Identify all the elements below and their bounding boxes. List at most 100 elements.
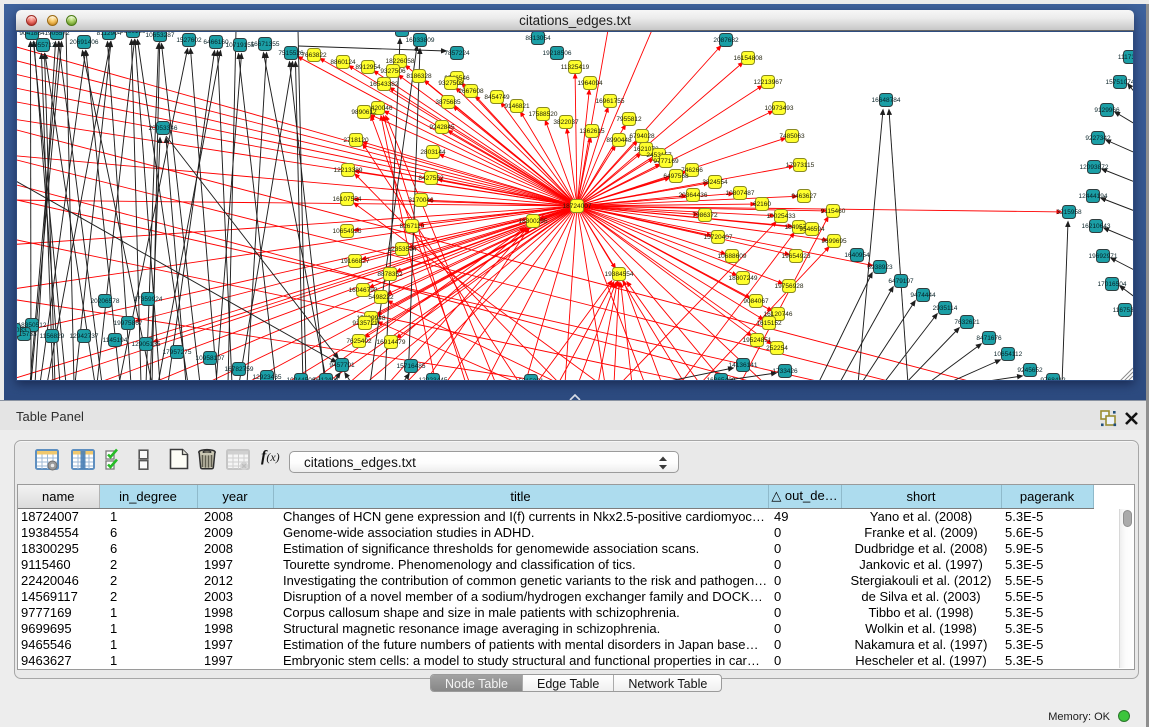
svg-text:7632621: 7632621 (954, 319, 980, 326)
svg-text:7857224: 7857224 (444, 50, 470, 57)
svg-text:2718120: 2718120 (343, 137, 369, 144)
svg-text:9366169: 9366169 (120, 32, 146, 35)
svg-text:12213967: 12213967 (754, 79, 783, 86)
svg-text:8112904: 8112904 (97, 32, 122, 37)
svg-text:9115460: 9115460 (821, 208, 846, 215)
svg-text:10958107: 10958107 (196, 355, 225, 362)
svg-text:16961755: 16961755 (596, 98, 625, 105)
svg-text:14136141: 14136141 (729, 362, 758, 369)
svg-text:3875685: 3875685 (435, 99, 461, 106)
svg-text:9474444: 9474444 (910, 292, 936, 299)
svg-text:16648784: 16648784 (872, 97, 901, 104)
svg-text:9129966: 9129966 (1094, 107, 1120, 114)
svg-text:7663822: 7663822 (301, 52, 327, 59)
svg-text:12942737: 12942737 (70, 333, 99, 340)
svg-text:5498222: 5498222 (368, 294, 394, 301)
svg-text:15716485: 15716485 (397, 363, 426, 370)
svg-text:16046798: 16046798 (349, 287, 378, 294)
svg-text:16671355: 16671355 (251, 41, 280, 48)
svg-text:19975867: 19975867 (114, 320, 143, 327)
svg-text:17588520: 17588520 (529, 111, 558, 118)
svg-text:6794028: 6794028 (629, 133, 655, 140)
svg-text:18300295: 18300295 (519, 218, 548, 225)
svg-text:9699695: 9699695 (821, 238, 847, 245)
svg-text:18724007: 18724007 (563, 203, 592, 210)
svg-text:8860124: 8860124 (330, 59, 356, 66)
svg-text:19756928: 19756928 (775, 283, 804, 290)
svg-text:7625402: 7625402 (346, 338, 372, 345)
svg-text:9041884: 9041884 (19, 32, 45, 37)
svg-text:17957275: 17957275 (163, 349, 192, 356)
svg-text:20206578: 20206578 (91, 298, 120, 305)
svg-text:9327506: 9327506 (380, 68, 406, 75)
svg-text:9457791: 9457791 (329, 362, 355, 369)
svg-text:12093872: 12093872 (1080, 164, 1109, 171)
svg-text:19218506: 19218506 (543, 50, 572, 57)
svg-text:10025433: 10025433 (767, 213, 796, 220)
svg-text:16865409: 16865409 (707, 377, 736, 380)
svg-text:252254: 252254 (766, 345, 788, 352)
svg-text:7515526: 7515526 (278, 50, 304, 57)
svg-text:11325419: 11325419 (561, 64, 590, 71)
svg-text:10973493: 10973493 (765, 105, 794, 112)
svg-text:8471676: 8471676 (976, 335, 1002, 342)
svg-text:62160: 62160 (753, 201, 771, 208)
svg-text:9768412: 9768412 (1040, 377, 1066, 380)
svg-text:16210643: 16210643 (1082, 223, 1111, 230)
svg-text:9245652: 9245652 (1017, 367, 1043, 374)
svg-text:18226058: 18226058 (386, 58, 415, 65)
svg-text:19524851: 19524851 (743, 337, 772, 344)
svg-text:7955812: 7955812 (616, 116, 642, 123)
svg-text:18807249: 18807249 (729, 275, 758, 282)
svg-text:1117304: 1117304 (1118, 54, 1133, 61)
svg-text:8454749: 8454749 (484, 94, 510, 101)
svg-text:8427552: 8427552 (418, 175, 444, 182)
svg-text:1949377: 1949377 (389, 32, 415, 34)
svg-text:1733426: 1733426 (772, 368, 798, 375)
svg-text:5315301: 5315301 (518, 378, 544, 380)
svg-text:2087682: 2087682 (713, 37, 739, 44)
svg-text:7986372: 7986372 (692, 212, 718, 219)
svg-text:12353594: 12353594 (388, 246, 417, 253)
svg-text:9463627: 9463627 (791, 193, 817, 200)
svg-text:9227342: 9227342 (1085, 135, 1111, 142)
svg-text:9055712: 9055712 (30, 42, 56, 49)
svg-text:9612404: 9612404 (313, 377, 339, 380)
svg-text:9084067: 9084067 (743, 298, 769, 305)
svg-text:20691406: 20691406 (70, 39, 99, 46)
svg-text:1527602: 1527602 (176, 37, 202, 44)
svg-text:12905135: 12905135 (132, 341, 161, 348)
svg-text:3824554: 3824554 (702, 179, 728, 186)
svg-text:10654925: 10654925 (333, 228, 362, 235)
svg-text:9242845: 9242845 (429, 124, 455, 131)
svg-text:8912954: 8912954 (355, 64, 381, 71)
svg-text:8315033: 8315033 (17, 327, 27, 334)
svg-text:16154808: 16154808 (734, 55, 763, 62)
svg-text:9777169: 9777169 (653, 158, 679, 165)
svg-text:12023445: 12023445 (419, 377, 448, 380)
svg-text:16033809: 16033809 (406, 37, 435, 44)
svg-text:8990448: 8990448 (606, 137, 632, 144)
svg-text:15720407: 15720407 (704, 234, 733, 241)
svg-text:6497568: 6497568 (663, 173, 689, 180)
svg-text:3170046: 3170046 (408, 197, 434, 204)
svg-text:1156829: 1156829 (40, 333, 65, 340)
svg-text:8267110: 8267110 (400, 223, 425, 230)
svg-text:1362615: 1362615 (579, 128, 605, 135)
svg-text:17016504: 17016504 (1098, 281, 1127, 288)
svg-text:1905572: 1905572 (44, 32, 70, 37)
svg-text:16914479: 16914479 (377, 339, 406, 346)
svg-text:2667608: 2667608 (458, 88, 484, 95)
svg-text:1964094: 1964094 (577, 80, 603, 87)
svg-text:19692971: 19692971 (1089, 253, 1118, 260)
svg-text:8186328: 8186328 (406, 73, 432, 80)
svg-text:9135721: 9135721 (352, 320, 378, 327)
svg-text:9890612: 9890612 (351, 109, 377, 116)
svg-text:1145194: 1145194 (103, 337, 128, 344)
svg-text:2935114: 2935114 (933, 305, 958, 312)
svg-text:12923465: 12923465 (253, 374, 282, 380)
svg-text:10653287: 10653287 (146, 32, 175, 39)
svg-text:17359924: 17359924 (134, 296, 163, 303)
svg-text:9546594: 9546594 (799, 226, 825, 233)
svg-text:1167534: 1167534 (1113, 307, 1133, 314)
